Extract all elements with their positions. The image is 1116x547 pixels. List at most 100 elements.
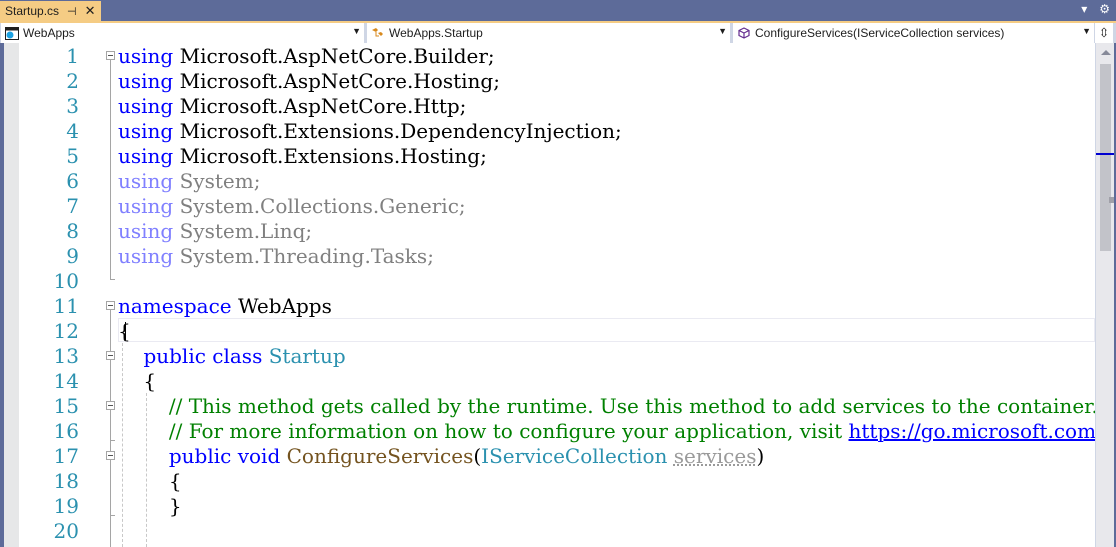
code-token: { <box>118 369 157 393</box>
type-name: WebApps.Startup <box>389 26 483 40</box>
code-token: services <box>673 444 757 468</box>
caret-position-marker <box>1096 153 1116 155</box>
code-token: System.Collections.Generic; <box>173 194 466 218</box>
line-number: 14 <box>53 369 79 393</box>
line-number: 4 <box>66 119 79 143</box>
text-caret <box>125 322 126 340</box>
vertical-scrollbar[interactable] <box>1095 43 1116 547</box>
code-line[interactable]: // This method gets called by the runtim… <box>118 394 1096 419</box>
scroll-up-icon[interactable] <box>1101 50 1111 55</box>
code-token: using <box>118 144 174 168</box>
code-token: ( <box>473 444 482 468</box>
code-token: using <box>118 169 174 193</box>
line-number: 2 <box>66 69 79 93</box>
collapse-comment-icon[interactable] <box>106 401 115 410</box>
code-token: public <box>143 344 206 368</box>
code-token: Microsoft.AspNetCore.Http; <box>173 94 467 118</box>
code-token: Microsoft.AspNetCore.Hosting; <box>173 69 500 93</box>
class-icon <box>371 26 385 40</box>
close-icon[interactable]: ✕ <box>85 3 96 19</box>
code-token: public <box>168 444 232 468</box>
code-line[interactable]: using Microsoft.AspNetCore.Http; <box>118 94 466 119</box>
code-line[interactable]: { <box>118 469 182 494</box>
line-number: 17 <box>53 444 79 468</box>
chevron-down-icon: ▼ <box>1082 26 1091 36</box>
code-line[interactable]: using System.Threading.Tasks; <box>118 244 434 269</box>
code-line[interactable]: using Microsoft.Extensions.Hosting; <box>118 144 487 169</box>
line-number: 20 <box>53 519 79 543</box>
method-cube-icon <box>737 26 751 40</box>
collapse-method-icon[interactable] <box>106 451 115 460</box>
code-token: using <box>118 244 174 268</box>
code-line[interactable]: // For more information on how to config… <box>118 419 1096 444</box>
code-token: using <box>118 194 174 218</box>
line-number: 19 <box>53 494 79 518</box>
code-editor[interactable]: 1 2 3 4 5 6 7 8 9 10 11 12 13 14 15 16 17 18 19 20 using Mi… <box>0 43 1116 547</box>
project-globe-icon <box>5 26 19 40</box>
line-number: 12 <box>53 319 79 343</box>
project-name: WebApps <box>23 26 75 40</box>
code-line[interactable]: using System; <box>118 169 260 194</box>
project-dropdown[interactable]: WebApps ▼ <box>1 23 364 43</box>
chevron-down-icon: ▼ <box>718 26 727 36</box>
collapse-usings-icon[interactable] <box>106 51 115 60</box>
collapse-class-icon[interactable] <box>106 351 115 360</box>
code-token: System; <box>173 169 261 193</box>
code-token: IServiceCollection <box>481 444 668 468</box>
collapse-namespace-icon[interactable] <box>106 301 115 310</box>
line-number: 13 <box>53 344 79 368</box>
code-token: { <box>118 469 182 493</box>
split-icon: ⇳ <box>1098 25 1110 41</box>
code-token: System.Threading.Tasks; <box>173 244 434 268</box>
code-line[interactable]: { <box>118 369 156 394</box>
line-number: 8 <box>66 219 79 243</box>
code-line[interactable]: using Microsoft.AspNetCore.Builder; <box>118 44 495 69</box>
split-window-button[interactable]: ⇳ <box>1095 23 1113 43</box>
code-token: using <box>118 94 174 118</box>
line-number: 7 <box>66 194 79 218</box>
line-number: 10 <box>53 269 79 293</box>
code-line[interactable]: using System.Collections.Generic; <box>118 194 466 219</box>
code-token: } <box>118 494 182 518</box>
code-token: using <box>118 219 174 243</box>
member-name: ConfigureServices(IServiceCollection ser… <box>755 26 1005 40</box>
code-line[interactable]: public void ConfigureServices(IServiceCo… <box>118 444 764 469</box>
code-token: System.Linq; <box>173 219 313 243</box>
selection-margin[interactable] <box>4 43 19 547</box>
code-line[interactable]: } <box>118 494 182 519</box>
code-token: namespace <box>118 294 232 318</box>
line-number: 18 <box>53 469 79 493</box>
code-token: Startup <box>268 344 346 368</box>
code-line[interactable]: public class Startup <box>118 344 346 369</box>
tab-startup-cs[interactable]: Startup.cs ⊣ ✕ <box>0 1 101 21</box>
tab-list-dropdown-icon[interactable]: ▾ <box>1081 2 1087 16</box>
code-line[interactable]: namespace WebApps <box>118 294 332 319</box>
code-token: using <box>118 44 174 68</box>
member-dropdown[interactable]: ConfigureServices(IServiceCollection ser… <box>733 23 1094 43</box>
code-text-area[interactable]: using Microsoft.AspNetCore.Builder; using… <box>118 43 1096 547</box>
scrollbar-thumb[interactable] <box>1100 64 1111 251</box>
chevron-down-icon: ▼ <box>352 26 361 36</box>
code-line[interactable]: using System.Linq; <box>118 219 312 244</box>
code-token: ConfigureServices <box>286 444 474 468</box>
code-token: Microsoft.AspNetCore.Builder; <box>173 44 495 68</box>
type-dropdown[interactable]: WebApps.Startup ▼ <box>367 23 730 43</box>
navigation-bar: WebApps ▼ WebApps.Startup ▼ ConfigureSer… <box>0 21 1116 43</box>
code-line[interactable]: using Microsoft.AspNetCore.Hosting; <box>118 69 500 94</box>
hyperlink[interactable]: https://go.microsoft.com/f <box>849 419 1097 443</box>
code-token: // For more information on how to config… <box>168 419 849 443</box>
line-number: 5 <box>66 144 79 168</box>
line-number-gutter: 1 2 3 4 5 6 7 8 9 10 11 12 13 14 15 16 17 18 19 20 <box>19 43 89 547</box>
document-tab-bar: Startup.cs ⊣ ✕ ▾ ⚙ <box>0 0 1116 21</box>
pin-icon[interactable]: ⊣ <box>67 5 77 18</box>
code-line[interactable]: using Microsoft.Extensions.DependencyInj… <box>118 119 622 144</box>
settings-gear-icon[interactable]: ⚙ <box>1099 2 1110 16</box>
code-token: void <box>237 444 281 468</box>
line-number: 3 <box>66 94 79 118</box>
line-number: 11 <box>53 294 79 318</box>
code-token: Microsoft.Extensions.Hosting; <box>173 144 487 168</box>
